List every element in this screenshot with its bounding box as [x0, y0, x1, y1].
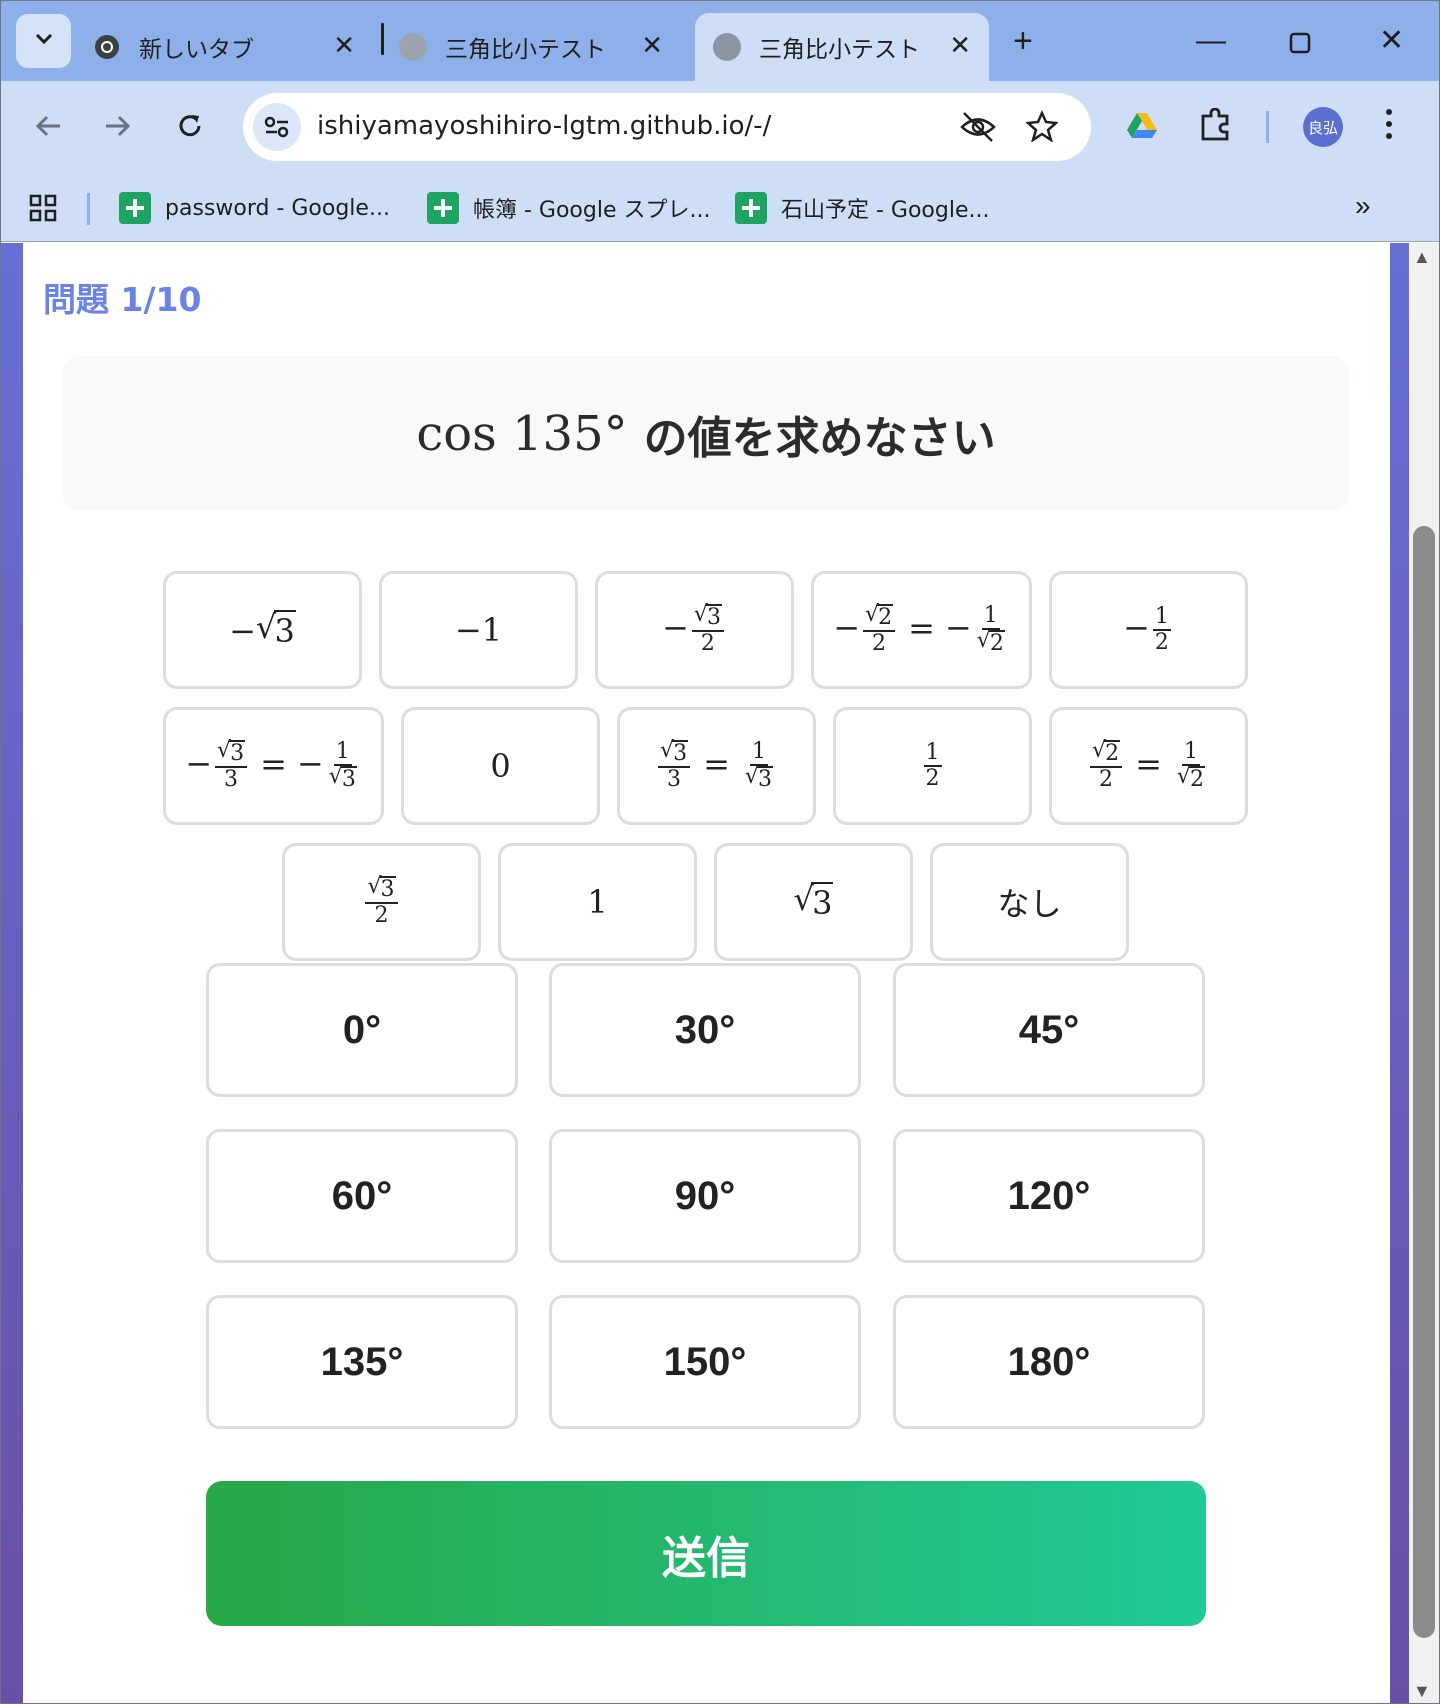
tab-label: 三角比小テスト: [759, 37, 920, 63]
avatar[interactable]: 良弘: [1303, 107, 1343, 147]
more-vert-icon[interactable]: [1385, 108, 1393, 145]
answer-math: 0: [490, 747, 511, 785]
answer-option[interactable]: −32: [595, 571, 794, 689]
answer-option[interactable]: 12: [833, 707, 1032, 825]
answer-math: −1 2: [1123, 604, 1171, 655]
answer-option[interactable]: −22=−12: [811, 571, 1032, 689]
close-window-icon[interactable]: ✕: [1379, 21, 1404, 61]
answer-math: −32: [662, 603, 727, 656]
sheets-icon: [735, 192, 767, 224]
scrollbar-thumb[interactable]: [1413, 526, 1435, 1638]
angle-button[interactable]: 60°: [206, 1129, 518, 1263]
angle-button[interactable]: 0°: [206, 963, 518, 1097]
answer-math: −1: [454, 611, 503, 649]
angle-button[interactable]: 45°: [893, 963, 1205, 1097]
answer-option[interactable]: −3: [163, 571, 362, 689]
minimize-icon[interactable]: —: [1196, 21, 1226, 61]
angle-button[interactable]: 135°: [206, 1295, 518, 1429]
bookmark-item[interactable]: 帳簿 - Google スプレ...: [427, 188, 710, 228]
url-text[interactable]: ishiyamayoshihiro-lgtm.github.io/-/: [317, 111, 771, 141]
extensions-icon[interactable]: [1199, 107, 1233, 147]
tab-new-tab[interactable]: 新しいタブ ✕: [93, 13, 373, 81]
sheets-icon: [119, 192, 151, 224]
site-settings-icon[interactable]: [253, 103, 301, 151]
answer-math: −3: [229, 608, 296, 650]
chrome-icon: [93, 33, 121, 61]
bookmarks-separator: [87, 193, 90, 225]
answer-option[interactable]: 0: [401, 707, 600, 825]
angle-button[interactable]: 180°: [893, 1295, 1205, 1429]
eye-off-icon[interactable]: [959, 110, 997, 149]
answer-option[interactable]: 32: [282, 843, 481, 961]
answer-math: 12: [923, 740, 942, 791]
bookmark-item[interactable]: 石山予定 - Google...: [735, 188, 990, 228]
answer-math: なし: [997, 885, 1062, 923]
toolbar-separator: [1266, 111, 1269, 143]
browser-window: 新しいタブ ✕ 三角比小テスト ✕ 三角比小テスト ✕ + — ✕ ishiya…: [0, 0, 1440, 1704]
angle-button[interactable]: 30°: [549, 963, 861, 1097]
back-button[interactable]: [23, 103, 73, 153]
tab-strip: 新しいタブ ✕ 三角比小テスト ✕ 三角比小テスト ✕ + — ✕: [1, 1, 1439, 81]
close-icon[interactable]: ✕: [641, 33, 663, 59]
answer-math: 32: [362, 875, 400, 928]
forward-button[interactable]: [93, 103, 143, 153]
reload-icon: [176, 112, 204, 145]
sheets-icon: [427, 192, 459, 224]
answer-math: −33=−13: [185, 739, 362, 792]
answer-math: −22=−12: [833, 603, 1010, 656]
question-box: cos 135° の値を求めなさい: [63, 356, 1349, 511]
globe-icon: [713, 33, 741, 61]
angle-button[interactable]: 120°: [893, 1129, 1205, 1263]
tab-search-button[interactable]: [16, 14, 71, 68]
bookmark-item[interactable]: password - Google...: [119, 188, 390, 228]
tab-label: 三角比小テスト: [445, 37, 606, 63]
bookmark-label: 帳簿 - Google スプレ...: [473, 198, 711, 223]
google-drive-icon[interactable]: [1127, 111, 1157, 144]
answer-option[interactable]: 1: [498, 843, 697, 961]
angle-button[interactable]: 90°: [549, 1129, 861, 1263]
apps-icon[interactable]: [29, 194, 57, 227]
tab-label: 新しいタブ: [139, 37, 254, 63]
answer-option[interactable]: −1: [379, 571, 578, 689]
close-icon[interactable]: ✕: [949, 33, 971, 59]
answer-option[interactable]: 33=13: [617, 707, 816, 825]
globe-icon: [399, 33, 427, 61]
answer-option[interactable]: 3: [714, 843, 913, 961]
tab-quiz-active[interactable]: 三角比小テスト ✕: [695, 13, 989, 81]
address-bar[interactable]: ishiyamayoshihiro-lgtm.github.io/-/: [243, 93, 1091, 161]
bookmark-label: 石山予定 - Google...: [781, 198, 990, 223]
tab-quiz-1[interactable]: 三角比小テスト ✕: [399, 13, 681, 81]
answer-option[interactable]: −33=−13: [163, 707, 384, 825]
submit-button[interactable]: 送信: [206, 1481, 1206, 1626]
bookmark-label: password - Google...: [165, 195, 390, 221]
scroll-down-icon[interactable]: ▼: [1413, 1681, 1431, 1702]
question-math: cos 135°: [416, 405, 628, 462]
reload-button[interactable]: [165, 103, 215, 153]
answer-option[interactable]: なし: [930, 843, 1129, 961]
answer-math: 33=13: [655, 739, 778, 792]
arrow-left-icon: [34, 114, 62, 143]
question-progress: 問題 1/10: [43, 280, 202, 319]
chevron-down-icon: [34, 32, 54, 51]
answer-math: 3: [794, 880, 834, 922]
bookmarks-bar: password - Google... 帳簿 - Google スプレ... …: [1, 176, 1439, 242]
answer-option[interactable]: −1 2: [1049, 571, 1248, 689]
star-icon[interactable]: [1025, 109, 1059, 147]
answer-math: 1: [587, 883, 608, 921]
scroll-up-icon[interactable]: ▲: [1413, 247, 1431, 268]
tab-separator: [381, 23, 384, 55]
angle-button[interactable]: 150°: [549, 1295, 861, 1429]
answer-option[interactable]: 22=12: [1049, 707, 1248, 825]
arrow-right-icon: [104, 114, 132, 143]
new-tab-button[interactable]: +: [1013, 21, 1033, 61]
answer-math: 22=12: [1087, 739, 1210, 792]
close-icon[interactable]: ✕: [333, 33, 355, 59]
chevron-double-right-icon[interactable]: »: [1355, 190, 1371, 222]
toolbar: ishiyamayoshihiro-lgtm.github.io/-/ 良弘: [1, 81, 1439, 176]
question-text: の値を求めなさい: [643, 412, 996, 464]
maximize-icon[interactable]: [1289, 25, 1311, 65]
